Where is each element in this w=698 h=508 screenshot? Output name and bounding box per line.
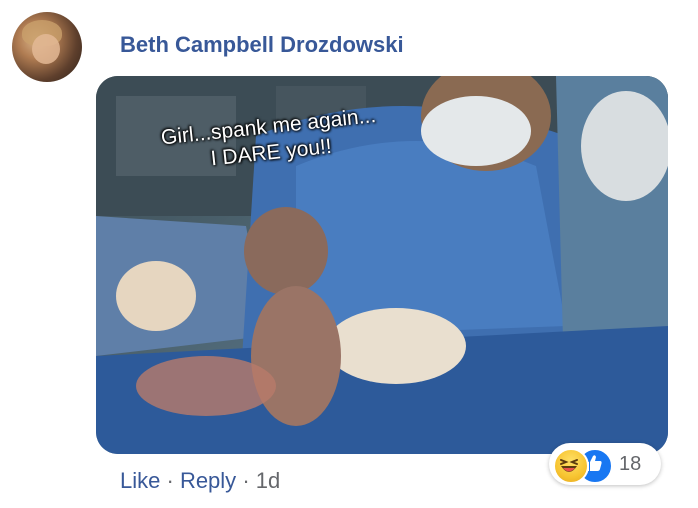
avatar[interactable]	[12, 12, 82, 82]
gloved-hand	[326, 308, 466, 384]
surgical-site	[136, 356, 276, 416]
avatar-face	[32, 34, 60, 64]
reaction-count: 18	[619, 453, 642, 475]
comment: Beth Campbell Drozdowski Girl...spank me…	[0, 0, 698, 508]
left-glove	[116, 261, 196, 331]
assistant-mask	[581, 91, 668, 201]
author-name[interactable]: Beth Campbell Drozdowski	[120, 32, 404, 58]
surgeon-mask	[421, 96, 531, 166]
baby-body	[251, 286, 341, 426]
reply-link[interactable]: Reply	[180, 468, 236, 493]
baby-head	[244, 207, 328, 295]
haha-icon	[553, 448, 589, 484]
timestamp[interactable]: 1d	[256, 468, 280, 493]
like-link[interactable]: Like	[120, 468, 160, 493]
reactions-badge[interactable]: 18	[549, 443, 661, 485]
separator: ·	[166, 468, 180, 493]
comment-image[interactable]: Girl...spank me again... I DARE you!!	[96, 76, 668, 454]
separator: ·	[242, 468, 256, 493]
comment-actions: Like · Reply · 1d	[120, 468, 280, 494]
gown-highlight	[296, 141, 566, 336]
